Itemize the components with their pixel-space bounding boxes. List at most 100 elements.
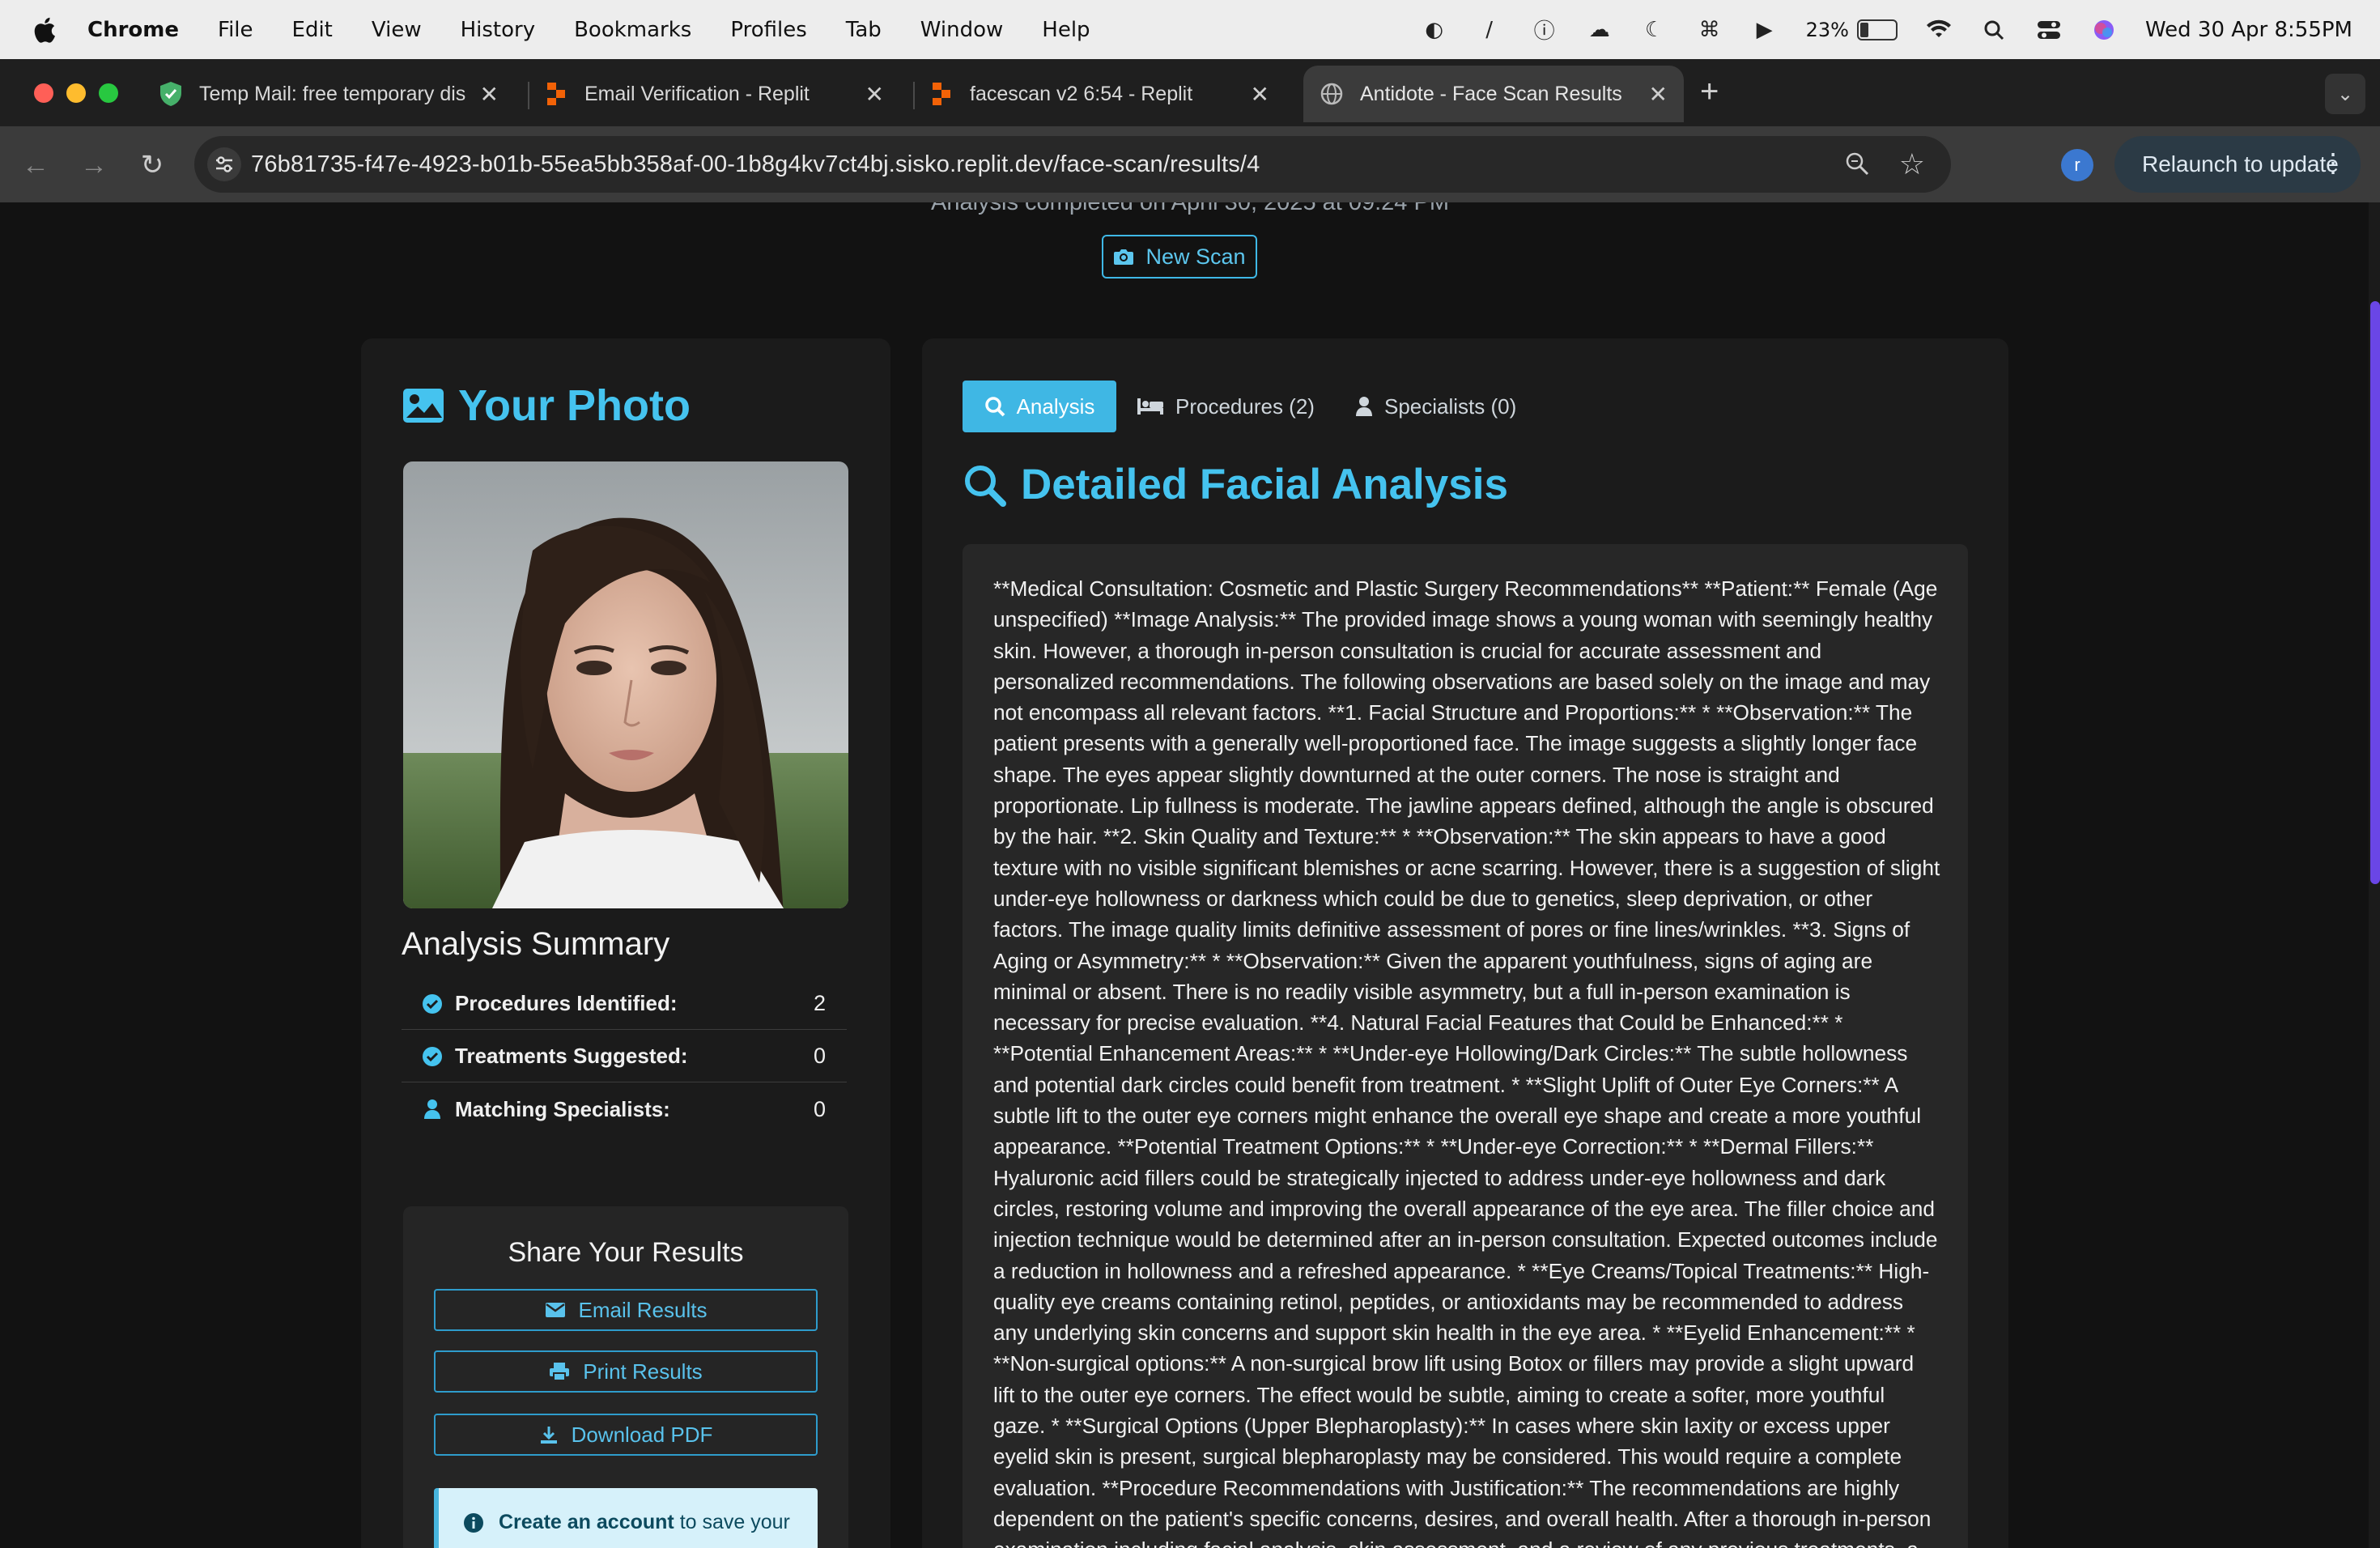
summary-value: 2 — [813, 991, 826, 1015]
bookmark-star-icon[interactable]: ☆ — [1899, 147, 1925, 181]
battery-status[interactable]: 23% — [1806, 19, 1898, 41]
share-results-box: Share Your Results Email Results Print R… — [403, 1206, 848, 1548]
menu-profiles[interactable]: Profiles — [730, 18, 806, 42]
search-icon — [984, 397, 1005, 417]
back-arrow-icon[interactable]: ← — [18, 147, 53, 183]
new-scan-button[interactable]: New Scan — [1102, 235, 1257, 279]
analysis-summary-title: Analysis Summary — [402, 926, 670, 962]
analysis-heading: Detailed Facial Analysis — [963, 460, 1508, 509]
tab-temp-mail[interactable]: Temp Mail: free temporary dis ✕ — [159, 66, 515, 122]
more-vert-icon[interactable]: ⋮ — [2320, 147, 2346, 178]
tab-close-icon[interactable]: ✕ — [480, 81, 499, 108]
tab-specialists-label: Specialists (0) — [1384, 393, 1517, 419]
url-text[interactable]: 76b81735-f47e-4923-b01b-55ea5bb358af-00-… — [251, 151, 1260, 178]
spotlight-search-icon[interactable] — [1980, 16, 2008, 44]
search-icon — [965, 465, 1006, 507]
create-account-link[interactable]: Create an account — [499, 1511, 674, 1533]
summary-row-treatments: Treatments Suggested: 0 — [402, 1031, 847, 1082]
menu-tab[interactable]: Tab — [846, 18, 882, 42]
reload-icon[interactable]: ↻ — [134, 147, 170, 183]
envelope-icon — [545, 1303, 565, 1317]
tab-title: Antidote - Face Scan Results — [1360, 82, 1622, 105]
menu-history[interactable]: History — [461, 18, 536, 42]
wifi-icon[interactable] — [1925, 16, 1953, 44]
analysis-text-box: **Medical Consultation: Cosmetic and Pla… — [963, 544, 1968, 1548]
sync-status-icon[interactable]: ◐ — [1421, 16, 1448, 44]
globe-icon — [1320, 82, 1344, 106]
replit-icon — [929, 82, 954, 106]
analysis-card: Analysis Procedures (2) Specialists (0) … — [922, 338, 2008, 1548]
print-results-button[interactable]: Print Results — [434, 1350, 818, 1393]
info-circle-icon — [464, 1513, 483, 1533]
tab-facescan-replit[interactable]: facescan v2 6:54 - Replit ✕ — [929, 66, 1286, 122]
tab-close-icon[interactable]: ✕ — [1251, 81, 1269, 108]
battery-percent: 23% — [1805, 18, 1849, 41]
fingerprint-icon[interactable]: ⌘ — [1696, 16, 1723, 44]
siri-icon[interactable] — [2090, 16, 2118, 44]
photo-heading: Your Photo — [402, 381, 691, 431]
page-scrollbar-thumb[interactable] — [2370, 301, 2380, 884]
control-center-icon[interactable] — [2035, 16, 2063, 44]
site-settings-icon[interactable] — [207, 147, 241, 181]
create-account-alert: Create an account to save your — [434, 1488, 818, 1548]
relaunch-label: Relaunch to update — [2142, 151, 2339, 176]
shield-check-icon — [159, 82, 183, 106]
summary-value: 0 — [813, 1044, 826, 1068]
weather-icon[interactable]: ☁ — [1586, 16, 1613, 44]
email-results-label: Email Results — [578, 1297, 708, 1322]
accessibility-icon[interactable]: ⓘ — [1531, 16, 1558, 44]
address-bar[interactable]: 76b81735-f47e-4923-b01b-55ea5bb358af-00-… — [194, 136, 1951, 193]
summary-value: 0 — [813, 1096, 826, 1121]
moon-icon[interactable]: ☾ — [1641, 16, 1668, 44]
image-icon — [403, 389, 444, 423]
summary-label: Matching Specialists: — [455, 1096, 670, 1121]
user-doctor-icon — [1356, 397, 1372, 416]
tab-title: Temp Mail: free temporary dis — [199, 82, 466, 105]
play-icon[interactable]: ▶ — [1751, 16, 1779, 44]
profile-initial: r — [2074, 155, 2080, 175]
summary-label: Procedures Identified: — [455, 991, 678, 1015]
new-scan-label: New Scan — [1145, 244, 1246, 269]
menu-view[interactable]: View — [372, 18, 422, 42]
menu-file[interactable]: File — [218, 18, 253, 42]
battery-icon — [1856, 19, 1898, 40]
tab-analysis-label: Analysis — [1016, 393, 1095, 419]
tab-search-button[interactable]: ⌄ — [2325, 74, 2365, 114]
user-doctor-icon — [421, 1098, 444, 1121]
email-results-button[interactable]: Email Results — [434, 1289, 818, 1331]
window-close-button[interactable] — [34, 83, 53, 103]
tab-face-scan-results[interactable]: Antidote - Face Scan Results ✕ — [1303, 66, 1684, 122]
photo-card: Your Photo Analysis Summary Procedures I… — [361, 338, 890, 1548]
check-circle-icon — [421, 1045, 444, 1068]
clock-datetime[interactable]: Wed 30 Apr 8:55PM — [2145, 18, 2352, 42]
macos-menubar: Chrome File Edit View History Bookmarks … — [0, 0, 2380, 59]
photo-heading-text: Your Photo — [458, 381, 691, 430]
new-tab-button[interactable]: + — [1700, 74, 1719, 110]
forward-arrow-icon[interactable]: → — [76, 147, 112, 183]
browser-toolbar: ← → ↻ 76b81735-f47e-4923-b01b-55ea5bb358… — [0, 126, 2380, 202]
tab-close-icon[interactable]: ✕ — [865, 81, 884, 108]
tab-close-icon[interactable]: ✕ — [1649, 81, 1668, 108]
tab-procedures[interactable]: Procedures (2) — [1137, 381, 1315, 432]
window-minimize-button[interactable] — [66, 83, 86, 103]
window-zoom-button[interactable] — [99, 83, 118, 103]
menu-chrome[interactable]: Chrome — [87, 18, 179, 42]
uploaded-face-photo — [403, 461, 848, 908]
pen-slash-icon[interactable]: ∕ — [1476, 16, 1503, 44]
browser-tab-strip: Temp Mail: free temporary dis ✕ Email Ve… — [0, 59, 2380, 126]
zoom-icon[interactable] — [1844, 151, 1870, 181]
apple-logo-icon[interactable] — [31, 15, 57, 45]
menu-help[interactable]: Help — [1042, 18, 1090, 42]
tab-specialists[interactable]: Specialists (0) — [1355, 381, 1516, 432]
tab-title: facescan v2 6:54 - Replit — [970, 82, 1193, 105]
menu-edit[interactable]: Edit — [292, 18, 333, 42]
menu-bookmarks[interactable]: Bookmarks — [574, 18, 691, 42]
menu-window[interactable]: Window — [920, 18, 1004, 42]
tab-analysis[interactable]: Analysis — [963, 381, 1116, 432]
relaunch-button[interactable]: Relaunch to update ⋮ — [2114, 136, 2361, 193]
download-pdf-button[interactable]: Download PDF — [434, 1414, 818, 1456]
analysis-text: **Medical Consultation: Cosmetic and Pla… — [993, 576, 1940, 1548]
tab-email-verification[interactable]: Email Verification - Replit ✕ — [544, 66, 900, 122]
profile-avatar[interactable]: r — [2061, 149, 2093, 181]
summary-row-procedures: Procedures Identified: 2 — [402, 978, 847, 1030]
